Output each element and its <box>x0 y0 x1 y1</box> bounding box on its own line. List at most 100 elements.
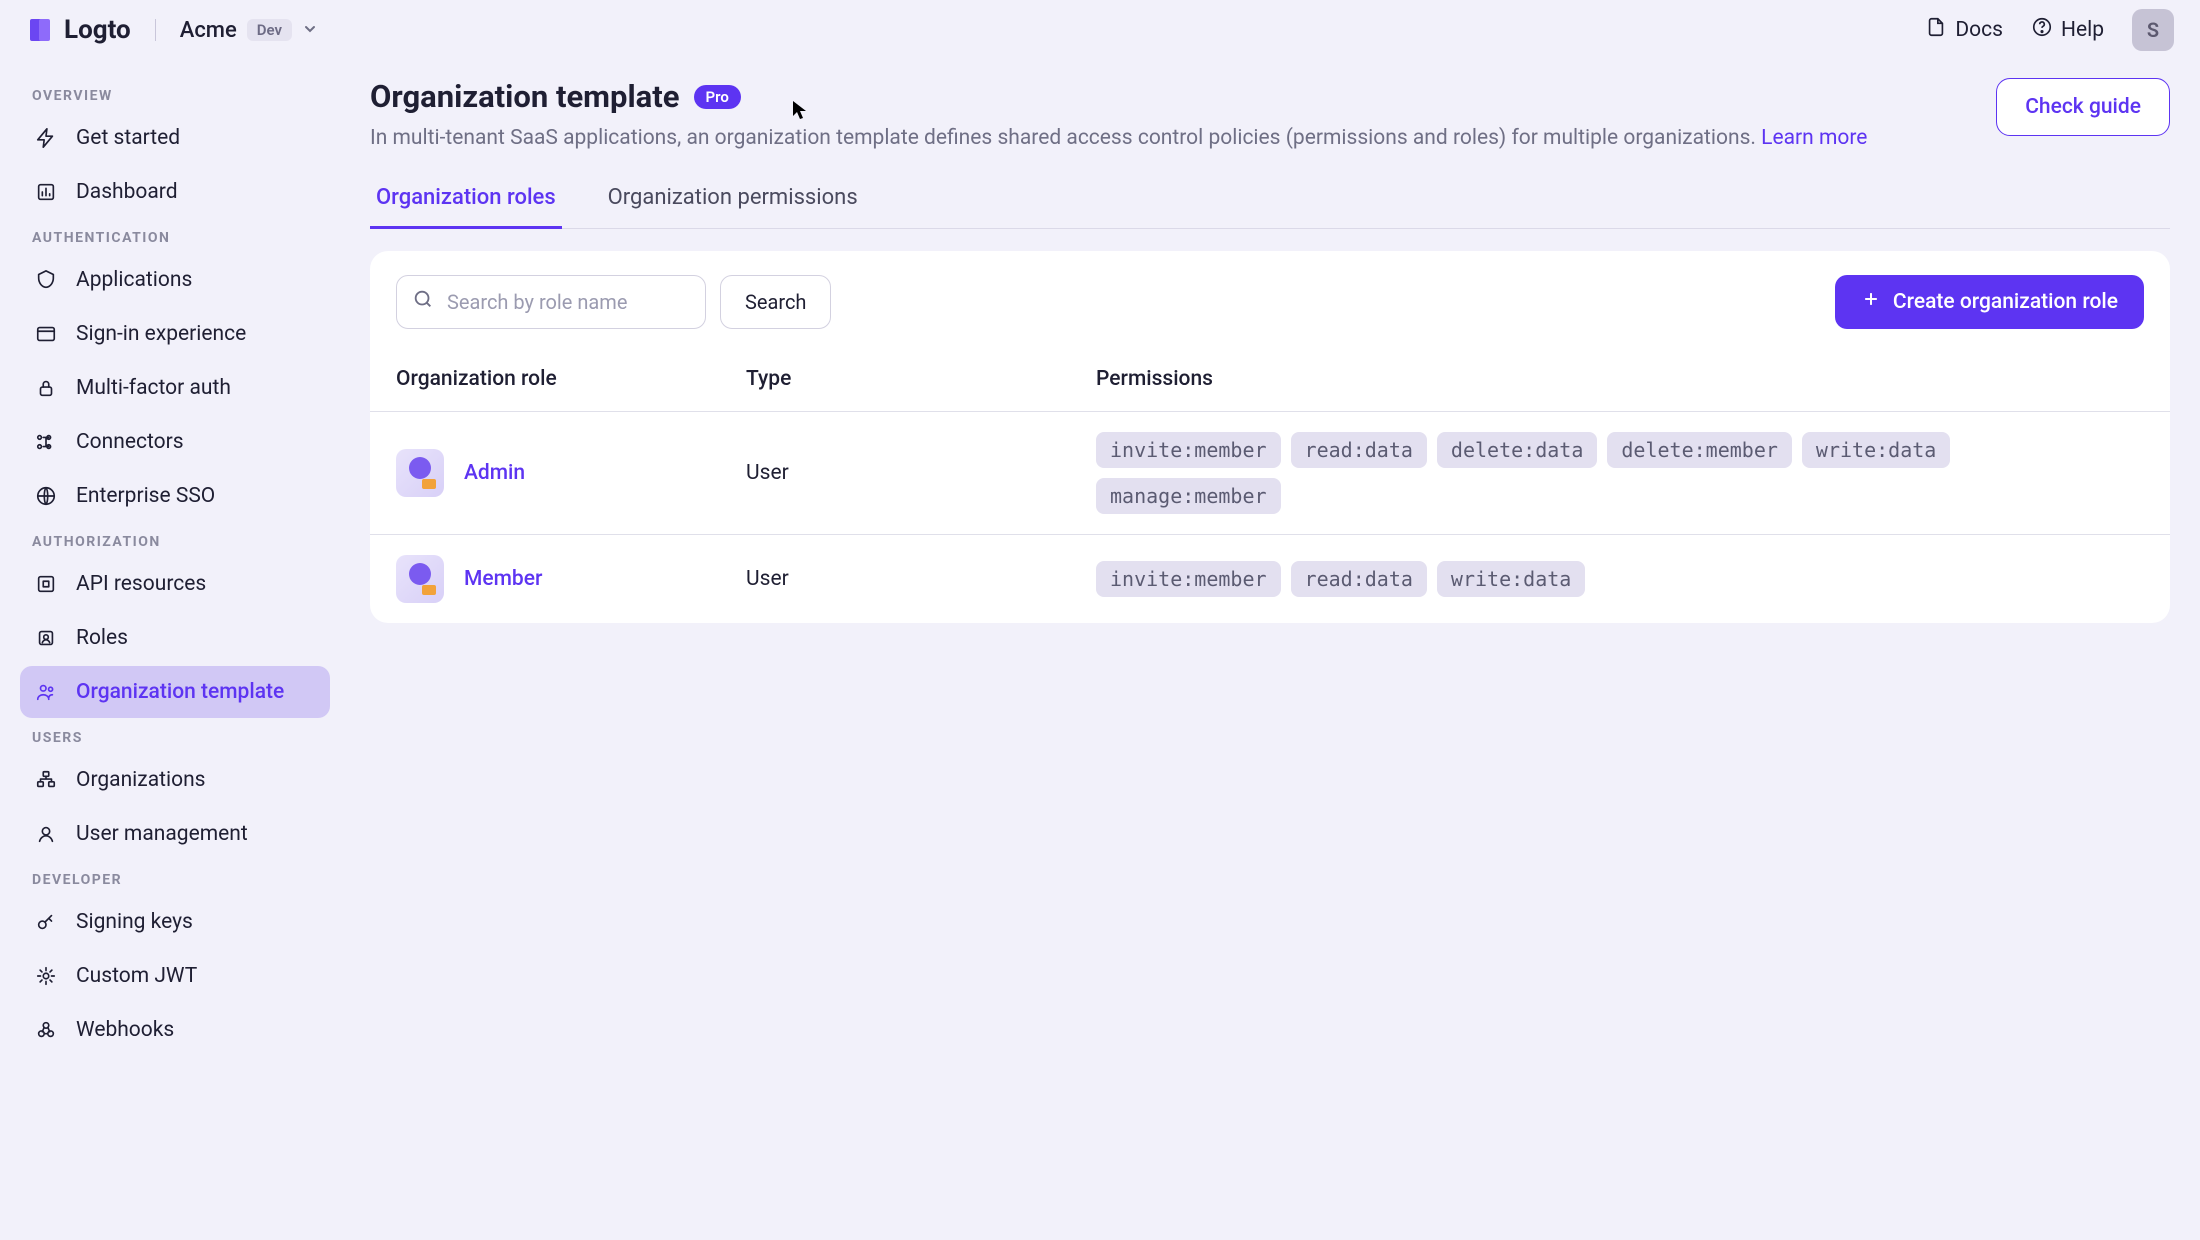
sidebar-item-label: Organizations <box>76 768 206 792</box>
sidebar-item-label: Enterprise SSO <box>76 484 215 508</box>
plus-icon <box>1861 289 1881 315</box>
role-avatar-icon <box>396 555 444 603</box>
organizations-icon <box>34 768 58 792</box>
sidebar-item-custom-jwt[interactable]: Custom JWT <box>20 950 330 1002</box>
nav-section-label: AUTHENTICATION <box>20 220 330 254</box>
main-content: Organization template Pro In multi-tenan… <box>340 60 2200 1240</box>
check-guide-button[interactable]: Check guide <box>1996 78 2170 136</box>
learn-more-link[interactable]: Learn more <box>1761 126 1867 150</box>
roles-table: Organization role Type Permissions Admin… <box>370 353 2170 623</box>
connectors-icon <box>34 430 58 454</box>
role-name[interactable]: Member <box>464 567 542 591</box>
topbar: Logto Acme Dev Docs Help S <box>0 0 2200 60</box>
sidebar-item-label: Organization template <box>76 680 284 704</box>
role-type: User <box>720 535 1070 624</box>
nav-section-label: USERS <box>20 720 330 754</box>
search-wrap <box>396 275 706 329</box>
tenant-switcher[interactable]: Acme Dev <box>180 18 318 43</box>
permission-tag: write:data <box>1802 432 1950 468</box>
sidebar-item-dashboard[interactable]: Dashboard <box>20 166 330 218</box>
tabs: Organization roles Organization permissio… <box>370 175 2170 229</box>
docs-link[interactable]: Docs <box>1925 16 2003 44</box>
permission-tag: invite:member <box>1096 432 1281 468</box>
sidebar-item-label: Dashboard <box>76 180 178 204</box>
organization-template-icon <box>34 680 58 704</box>
get-started-icon <box>34 126 58 150</box>
sidebar-item-get-started[interactable]: Get started <box>20 112 330 164</box>
permission-tag: read:data <box>1291 432 1427 468</box>
sidebar-item-label: Roles <box>76 626 128 650</box>
create-role-label: Create organization role <box>1893 290 2118 314</box>
search-icon <box>412 288 434 316</box>
logo-icon <box>26 16 54 44</box>
tenant-name: Acme <box>180 18 237 43</box>
page-header: Organization template Pro In multi-tenan… <box>370 78 2170 153</box>
sidebar-item-applications[interactable]: Applications <box>20 254 330 306</box>
sidebar-item-label: API resources <box>76 572 206 596</box>
table-row[interactable]: Member User invite:member read:data write:da… <box>370 535 2170 624</box>
col-type: Type <box>720 353 1070 412</box>
permission-tag: read:data <box>1291 561 1427 597</box>
permissions-list: invite:memberread:datadelete:datadelete:… <box>1096 432 2144 514</box>
sidebar-item-connectors[interactable]: Connectors <box>20 416 330 468</box>
tab-organization-permissions[interactable]: Organization permissions <box>602 175 864 229</box>
table-row[interactable]: AdminUserinvite:memberread:datadelete:da… <box>370 412 2170 535</box>
permission-tag: invite:member <box>1096 561 1281 597</box>
pro-badge: Pro <box>694 85 741 109</box>
tenant-env-badge: Dev <box>247 19 292 41</box>
help-link[interactable]: Help <box>2031 16 2104 44</box>
page-title: Organization template <box>370 78 680 115</box>
logo[interactable]: Logto <box>26 15 131 45</box>
permission-tag: manage:member <box>1096 478 1281 514</box>
docs-label: Docs <box>1955 18 2003 42</box>
permission-tag: write:data <box>1437 561 1585 597</box>
brand-name: Logto <box>64 15 131 45</box>
mfa-icon <box>34 376 58 400</box>
user-management-icon <box>34 822 58 846</box>
sidebar-item-organizations[interactable]: Organizations <box>20 754 330 806</box>
card-toolbar: Search Create organization role <box>370 251 2170 353</box>
sign-in-experience-icon <box>34 322 58 346</box>
nav-section-label: AUTHORIZATION <box>20 524 330 558</box>
custom-jwt-icon <box>34 964 58 988</box>
sidebar-item-label: Multi-factor auth <box>76 376 231 400</box>
sidebar-item-enterprise-sso[interactable]: Enterprise SSO <box>20 470 330 522</box>
chevron-down-icon <box>302 18 318 43</box>
sidebar-item-label: Get started <box>76 126 180 150</box>
col-role: Organization role <box>370 353 720 412</box>
search-button[interactable]: Search <box>720 275 831 329</box>
sidebar-item-webhooks[interactable]: Webhooks <box>20 1004 330 1056</box>
sidebar-item-roles[interactable]: Roles <box>20 612 330 664</box>
document-icon <box>1925 16 1947 44</box>
sidebar-item-label: Applications <box>76 268 192 292</box>
enterprise-sso-icon <box>34 484 58 508</box>
sidebar-item-sign-in-experience[interactable]: Sign-in experience <box>20 308 330 360</box>
sidebar-item-label: Connectors <box>76 430 184 454</box>
help-icon <box>2031 16 2053 44</box>
tab-organization-roles[interactable]: Organization roles <box>370 175 562 229</box>
sidebar-item-signing-keys[interactable]: Signing keys <box>20 896 330 948</box>
sidebar-item-organization-template[interactable]: Organization template <box>20 666 330 718</box>
api-resources-icon <box>34 572 58 596</box>
topbar-divider <box>155 19 156 41</box>
signing-keys-icon <box>34 910 58 934</box>
role-avatar-icon <box>396 449 444 497</box>
col-permissions: Permissions <box>1070 353 2170 412</box>
roles-icon <box>34 626 58 650</box>
page-subtitle: In multi-tenant SaaS applications, an or… <box>370 123 1976 153</box>
sidebar-item-label: Signing keys <box>76 910 193 934</box>
role-name[interactable]: Admin <box>464 461 525 485</box>
sidebar-item-mfa[interactable]: Multi-factor auth <box>20 362 330 414</box>
avatar[interactable]: S <box>2132 9 2174 51</box>
dashboard-icon <box>34 180 58 204</box>
create-role-button[interactable]: Create organization role <box>1835 275 2144 329</box>
sidebar-item-api-resources[interactable]: API resources <box>20 558 330 610</box>
nav-section-label: OVERVIEW <box>20 78 330 112</box>
sidebar-item-label: Sign-in experience <box>76 322 246 346</box>
sidebar: OVERVIEW Get started Dashboard AUTHENTICATI… <box>0 60 340 1240</box>
sidebar-item-label: Webhooks <box>76 1018 174 1042</box>
sidebar-item-user-management[interactable]: User management <box>20 808 330 860</box>
role-type: User <box>720 412 1070 535</box>
search-input[interactable] <box>396 275 706 329</box>
roles-card: Search Create organization role Organiza… <box>370 251 2170 623</box>
